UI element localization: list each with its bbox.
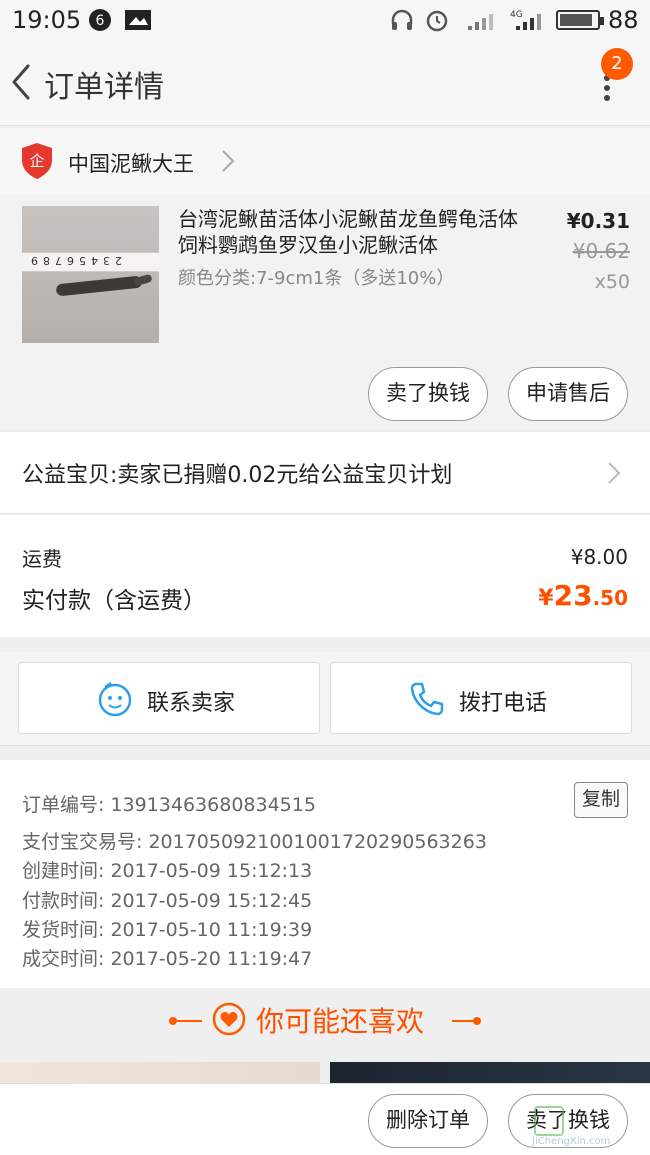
order-totals: 运费 ¥8.00 实付款（含运费） ¥23.50 xyxy=(0,515,650,637)
status-time: 19:05 xyxy=(12,6,82,34)
recommend-header: 你可能还喜欢 xyxy=(0,990,650,1052)
phone-icon xyxy=(410,682,444,716)
paid-integer: 23 xyxy=(553,579,593,612)
order-info: 订单编号: 13913463680834515 复制 支付宝交易号: 20170… xyxy=(0,760,650,988)
product-item[interactable]: 23456789 台湾泥鳅苗活体小泥鳅苗龙鱼鳄龟活体饲料鹦鹉鱼罗汉鱼小泥鳅活体 … xyxy=(0,194,650,430)
contact-seller-label: 联系卖家 xyxy=(147,691,236,716)
battery-percent: 88 xyxy=(608,6,639,34)
product-image[interactable]: 23456789 xyxy=(22,206,159,343)
order-number: 订单编号: 13913463680834515 xyxy=(22,794,316,816)
shipping-value: ¥8.00 xyxy=(570,545,628,569)
shop-row[interactable]: 企 中国泥鳅大王 xyxy=(0,128,650,194)
product-quantity: x50 xyxy=(594,271,630,293)
enterprise-shop-icon: 企 xyxy=(22,143,52,179)
watermark-url: JiChengXin.com xyxy=(532,1136,611,1147)
loach-image xyxy=(55,275,143,297)
chevron-right-icon xyxy=(608,462,621,484)
heart-icon xyxy=(212,1002,246,1036)
battery-icon xyxy=(556,10,604,30)
notification-icon: 6 xyxy=(89,9,111,31)
signal-icon xyxy=(468,14,493,30)
contact-bar: 联系卖家 拨打电话 xyxy=(0,652,650,746)
site-watermark: JiChengXin.com xyxy=(530,1104,648,1150)
charity-text: 公益宝贝:卖家已捐赠0.02元给公益宝贝计划 xyxy=(22,463,453,488)
alarm-icon xyxy=(426,10,448,32)
product-spec: 颜色分类:7-9cm1条（多送10%） xyxy=(178,268,455,289)
product-title[interactable]: 台湾泥鳅苗活体小泥鳅苗龙鱼鳄龟活体饲料鹦鹉鱼罗汉鱼小泥鳅活体 xyxy=(178,206,523,258)
status-bar: 19:05 6 4G 88 xyxy=(0,0,650,40)
alipay-trade-number: 支付宝交易号: 2017050921001001720290563263 xyxy=(22,831,487,853)
contact-seller-button[interactable]: 联系卖家 xyxy=(18,662,320,734)
sell-for-cash-button[interactable]: 卖了换钱 xyxy=(368,367,488,421)
paid-currency: ¥ xyxy=(538,586,554,611)
watermark-logo-icon xyxy=(534,1106,564,1136)
ruler-numbers: 23456789 xyxy=(26,254,122,267)
chat-face-icon xyxy=(98,681,132,717)
recommend-title: 你可能还喜欢 xyxy=(256,1005,425,1038)
created-time: 创建时间: 2017-05-09 15:12:13 xyxy=(22,860,313,882)
completed-time: 成交时间: 2017-05-20 11:19:47 xyxy=(22,948,313,970)
call-phone-button[interactable]: 拨打电话 xyxy=(330,662,632,734)
ruler-image: 23456789 xyxy=(22,252,159,272)
paid-decimal: .50 xyxy=(592,586,628,610)
paid-amount: ¥23.50 xyxy=(538,579,628,612)
shipped-time: 发货时间: 2017-05-10 11:19:39 xyxy=(22,919,313,941)
page-title: 订单详情 xyxy=(44,70,164,105)
paid-label: 实付款（含运费） xyxy=(22,588,206,614)
enterprise-label: 企 xyxy=(29,152,44,170)
call-phone-label: 拨打电话 xyxy=(459,691,548,716)
signal-4g-icon: 4G xyxy=(510,10,541,30)
svg-text:6: 6 xyxy=(96,13,105,29)
chevron-right-icon xyxy=(222,150,235,172)
product-price: ¥0.31 xyxy=(566,209,630,233)
nav-bar: 订单详情 2 xyxy=(0,40,650,126)
back-arrow-icon[interactable] xyxy=(6,62,36,102)
charity-row[interactable]: 公益宝贝:卖家已捐赠0.02元给公益宝贝计划 xyxy=(0,432,650,514)
apply-after-sale-button[interactable]: 申请售后 xyxy=(508,367,628,421)
paid-time: 付款时间: 2017-05-09 15:12:45 xyxy=(22,890,313,912)
message-count-badge: 2 xyxy=(601,48,633,80)
delete-order-button[interactable]: 删除订单 xyxy=(368,1094,488,1148)
shop-name[interactable]: 中国泥鳅大王 xyxy=(68,148,194,178)
shipping-label: 运费 xyxy=(22,547,62,571)
product-original-price: ¥0.62 xyxy=(572,239,630,263)
copy-button[interactable]: 复制 xyxy=(574,782,628,818)
network-label: 4G xyxy=(510,10,523,20)
image-notification-icon xyxy=(125,10,151,30)
headphones-icon xyxy=(391,9,413,30)
